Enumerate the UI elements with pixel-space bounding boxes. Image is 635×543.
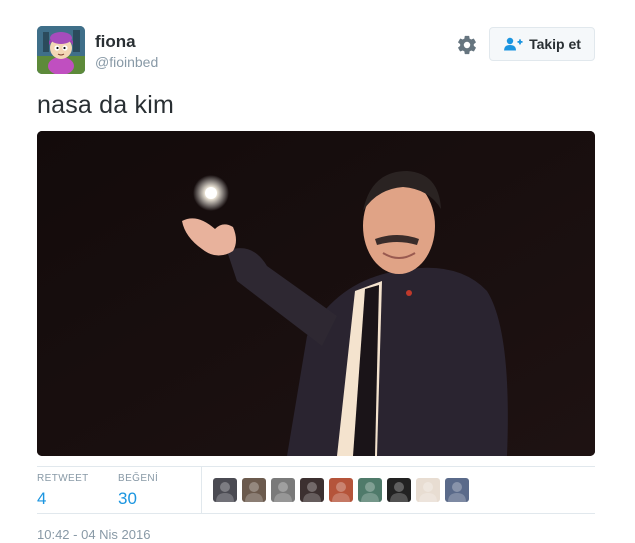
user-avatar-icon <box>216 482 234 502</box>
user-avatar-icon <box>448 482 466 502</box>
follow-button-label: Takip et <box>529 36 581 52</box>
like-stat[interactable]: BEĞENİ 30 <box>118 473 158 510</box>
liker-avatar[interactable] <box>387 478 411 502</box>
tweet-timestamp[interactable]: 10:42 - 04 Nis 2016 <box>37 527 150 543</box>
stats-divider-vertical <box>201 467 202 513</box>
author-display-name[interactable]: fiona <box>95 32 158 52</box>
author-handle[interactable]: @fioinbed <box>95 53 158 71</box>
user-avatar-icon <box>419 482 437 502</box>
author-info[interactable]: fiona @fioinbed <box>95 32 158 71</box>
retweet-count[interactable]: 4 <box>37 488 89 510</box>
liker-avatars <box>213 478 474 502</box>
author-avatar[interactable] <box>37 26 85 74</box>
tweet-photo[interactable] <box>37 131 595 456</box>
stats-divider-top <box>37 466 595 467</box>
retweet-label: RETWEET <box>37 473 89 484</box>
like-label: BEĞENİ <box>118 473 159 484</box>
stats-divider-bottom <box>37 513 595 514</box>
add-user-icon <box>503 37 523 51</box>
retweet-stat[interactable]: RETWEET 4 <box>37 473 89 510</box>
gear-icon[interactable] <box>456 34 478 56</box>
liker-avatar[interactable] <box>358 478 382 502</box>
liker-avatar[interactable] <box>329 478 353 502</box>
liker-avatar[interactable] <box>271 478 295 502</box>
user-avatar-icon <box>390 482 408 502</box>
liker-avatar[interactable] <box>300 478 324 502</box>
liker-avatar[interactable] <box>213 478 237 502</box>
user-avatar-icon <box>303 482 321 502</box>
liker-avatar[interactable] <box>416 478 440 502</box>
liker-avatar[interactable] <box>445 478 469 502</box>
user-avatar-icon <box>332 482 350 502</box>
liker-avatar[interactable] <box>242 478 266 502</box>
user-avatar-icon <box>274 482 292 502</box>
cartoon-avatar-icon <box>37 26 85 74</box>
follow-button[interactable]: Takip et <box>489 27 595 61</box>
user-avatar-icon <box>245 482 263 502</box>
like-count[interactable]: 30 <box>118 488 158 510</box>
photo-illustration <box>37 131 595 456</box>
user-avatar-icon <box>361 482 379 502</box>
tweet-text: nasa da kim <box>37 91 174 119</box>
